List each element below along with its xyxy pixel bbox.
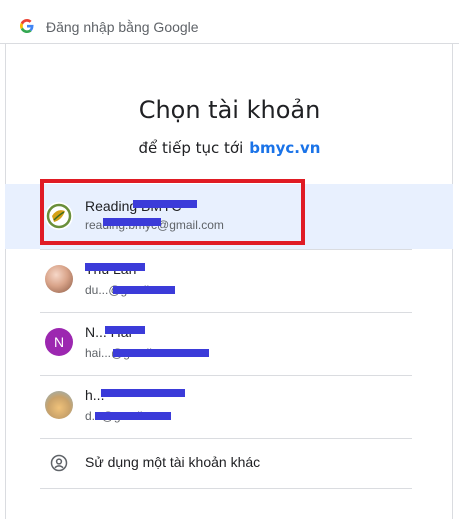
- photo-avatar: [45, 391, 73, 419]
- redaction-bar: [95, 412, 171, 420]
- redaction-bar: [101, 389, 185, 397]
- divider: [40, 375, 412, 376]
- photo-avatar: [45, 265, 73, 293]
- use-another-account-label: Sử dụng một tài khoản khác: [85, 454, 261, 470]
- redaction-bar: [105, 326, 145, 334]
- redaction-bar: [113, 286, 175, 294]
- divider: [40, 488, 412, 489]
- account-item-4[interactable]: h... d...@gmail.com: [5, 375, 453, 438]
- use-another-account-button[interactable]: Sử dụng một tài khoản khác: [5, 438, 453, 488]
- page-title: Chọn tài khoản: [138, 96, 321, 124]
- account-item-2[interactable]: Thu Lan du...@gmail.com: [5, 249, 453, 312]
- account-circle-icon: [50, 454, 68, 472]
- google-logo-icon: [20, 19, 34, 33]
- subtitle-prefix: để tiếp tục tới: [138, 139, 244, 157]
- site-link[interactable]: bmyc.vn: [249, 139, 320, 157]
- divider: [40, 249, 412, 250]
- page-subtitle: để tiếp tục tới bmyc.vn: [0, 139, 459, 157]
- letter-avatar: N: [45, 328, 73, 356]
- redaction-bar: [85, 263, 145, 271]
- selection-highlight-box: [40, 179, 305, 245]
- title-bar: Đăng nhập bằng Google: [0, 0, 459, 44]
- window-title: Đăng nhập bằng Google: [46, 19, 199, 35]
- account-item-3[interactable]: N N... Hai hai...@gmail.com: [5, 312, 453, 375]
- redaction-bar: [113, 349, 209, 357]
- divider: [40, 312, 412, 313]
